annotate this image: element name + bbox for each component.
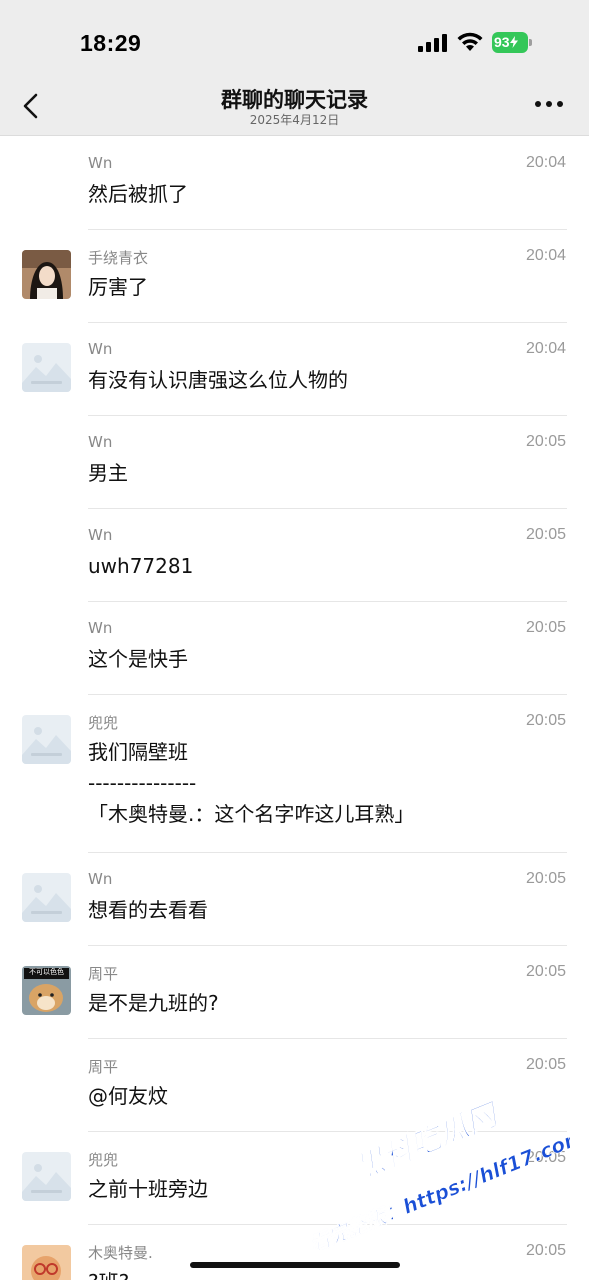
sender-name: 周平 xyxy=(88,1058,119,1076)
message-text: @何友炆 xyxy=(88,1081,168,1112)
chat-message-row[interactable]: Wn 20:04 有没有认识唐强这么位人物的 xyxy=(0,323,589,416)
wifi-icon xyxy=(457,32,483,51)
more-options-icon[interactable] xyxy=(532,94,566,114)
message-line: @何友炆 xyxy=(88,1084,168,1108)
message-timestamp: 20:04 xyxy=(525,247,566,264)
chat-message-row[interactable]: 兜兜 20:05 之前十班旁边 xyxy=(0,1132,589,1225)
sender-name: Wn xyxy=(88,526,113,544)
chat-message-row[interactable]: 兜兜 20:05 我们隔壁班 --------------- 「木奥特曼.：这个名字咋这… xyxy=(0,695,589,853)
message-line: 这个是快手 xyxy=(88,647,188,671)
sender-name: 周平 xyxy=(88,965,119,983)
message-line: 然后被抓了 xyxy=(88,182,188,206)
chat-history-list[interactable]: Wn 20:04 然后被抓了手绕青衣 20:04 厉害了 Wn 20:04 有没有认识唐强这么… xyxy=(0,137,589,1280)
message-text: 这个是快手 xyxy=(88,644,188,675)
sender-name: Wn xyxy=(88,870,113,888)
message-timestamp: 20:05 xyxy=(525,619,566,636)
message-timestamp: 20:05 xyxy=(525,1056,566,1073)
sender-name: Wn xyxy=(88,340,113,358)
sender-name: 木奥特曼. xyxy=(88,1244,153,1262)
chat-message-row[interactable]: 周平 20:05 @何友炆 xyxy=(0,1039,589,1132)
message-text: uwh77281 xyxy=(88,551,193,582)
message-text: ?班? xyxy=(88,1267,129,1280)
message-line: 想看的去看看 xyxy=(88,898,208,922)
message-timestamp: 20:05 xyxy=(525,433,566,450)
sender-avatar[interactable] xyxy=(22,1152,71,1201)
message-timestamp: 20:05 xyxy=(525,712,566,729)
message-line: --------------- xyxy=(88,771,197,795)
nav-bar: 群聊的聊天记录 2025年4月12日 xyxy=(0,86,589,136)
battery-cap xyxy=(529,39,532,46)
chat-message-row[interactable]: 不可以色色 周平 20:05 是不是九班的? xyxy=(0,946,589,1039)
message-line: 之前十班旁边 xyxy=(88,1177,208,1201)
message-timestamp: 20:05 xyxy=(525,1149,566,1166)
battery-percent: 93 xyxy=(494,34,510,50)
sender-avatar[interactable] xyxy=(22,343,71,392)
message-timestamp: 20:05 xyxy=(525,870,566,887)
sender-avatar[interactable] xyxy=(22,1245,71,1280)
message-text: 想看的去看看 xyxy=(88,895,208,926)
sender-name: 兜兜 xyxy=(88,1151,119,1169)
sender-name: 手绕青衣 xyxy=(88,249,149,267)
message-line: ?班? xyxy=(88,1267,129,1280)
chat-message-row[interactable]: Wn 20:04 然后被抓了 xyxy=(0,137,589,230)
cellular-signal-icon xyxy=(418,34,447,52)
home-indicator[interactable] xyxy=(190,1262,400,1268)
message-timestamp: 20:04 xyxy=(525,340,566,357)
sender-name: Wn xyxy=(88,154,113,172)
message-line: 男主 xyxy=(88,461,128,485)
message-text: 有没有认识唐强这么位人物的 xyxy=(88,365,348,396)
message-timestamp: 20:05 xyxy=(525,963,566,980)
message-text: 男主 xyxy=(88,458,128,489)
message-timestamp: 20:05 xyxy=(525,526,566,543)
chat-message-row[interactable]: Wn 20:05 想看的去看看 xyxy=(0,853,589,946)
message-timestamp: 20:04 xyxy=(525,154,566,171)
sender-avatar[interactable] xyxy=(22,250,71,299)
sender-avatar[interactable] xyxy=(22,715,71,764)
message-line: 厉害了 xyxy=(88,275,148,299)
status-time: 18:29 xyxy=(80,30,142,56)
message-timestamp: 20:05 xyxy=(525,1242,566,1259)
page-title: 群聊的聊天记录 xyxy=(221,88,368,112)
chat-message-row[interactable]: 手绕青衣 20:04 厉害了 xyxy=(0,230,589,323)
message-text: 然后被抓了 xyxy=(88,179,188,210)
chat-message-row[interactable]: 木奥特曼. 20:05 ?班? xyxy=(0,1225,589,1280)
chat-message-row[interactable]: Wn 20:05 uwh77281 xyxy=(0,509,589,602)
charging-bolt-icon xyxy=(509,36,518,48)
message-text: 之前十班旁边 xyxy=(88,1174,208,1205)
battery-indicator: 93 xyxy=(492,32,532,53)
message-line: uwh77281 xyxy=(88,554,194,578)
message-line: 「木奥特曼.：这个名字咋这儿耳熟」 xyxy=(88,802,415,826)
message-line: 是不是九班的? xyxy=(88,991,219,1015)
sender-name: Wn xyxy=(88,619,113,637)
sender-name: 兜兜 xyxy=(88,714,119,732)
sender-name: Wn xyxy=(88,433,113,451)
sender-avatar[interactable] xyxy=(22,873,71,922)
sender-avatar[interactable]: 不可以色色 xyxy=(22,966,71,1015)
battery-level: 93 xyxy=(492,32,528,53)
message-line: 我们隔壁班 xyxy=(88,740,188,764)
status-bar: 18:29 93 xyxy=(0,0,589,86)
chat-message-row[interactable]: Wn 20:05 这个是快手 xyxy=(0,602,589,695)
page-subtitle-date: 2025年4月12日 xyxy=(249,113,340,127)
chat-message-row[interactable]: Wn 20:05 男主 xyxy=(0,416,589,509)
message-text: 是不是九班的? xyxy=(88,988,219,1019)
avatar-caption: 不可以色色 xyxy=(29,968,64,976)
message-text: 我们隔壁班 --------------- 「木奥特曼.：这个名字咋这儿耳熟」 xyxy=(88,737,414,830)
message-text: 厉害了 xyxy=(88,272,148,303)
message-line: 有没有认识唐强这么位人物的 xyxy=(88,368,348,392)
